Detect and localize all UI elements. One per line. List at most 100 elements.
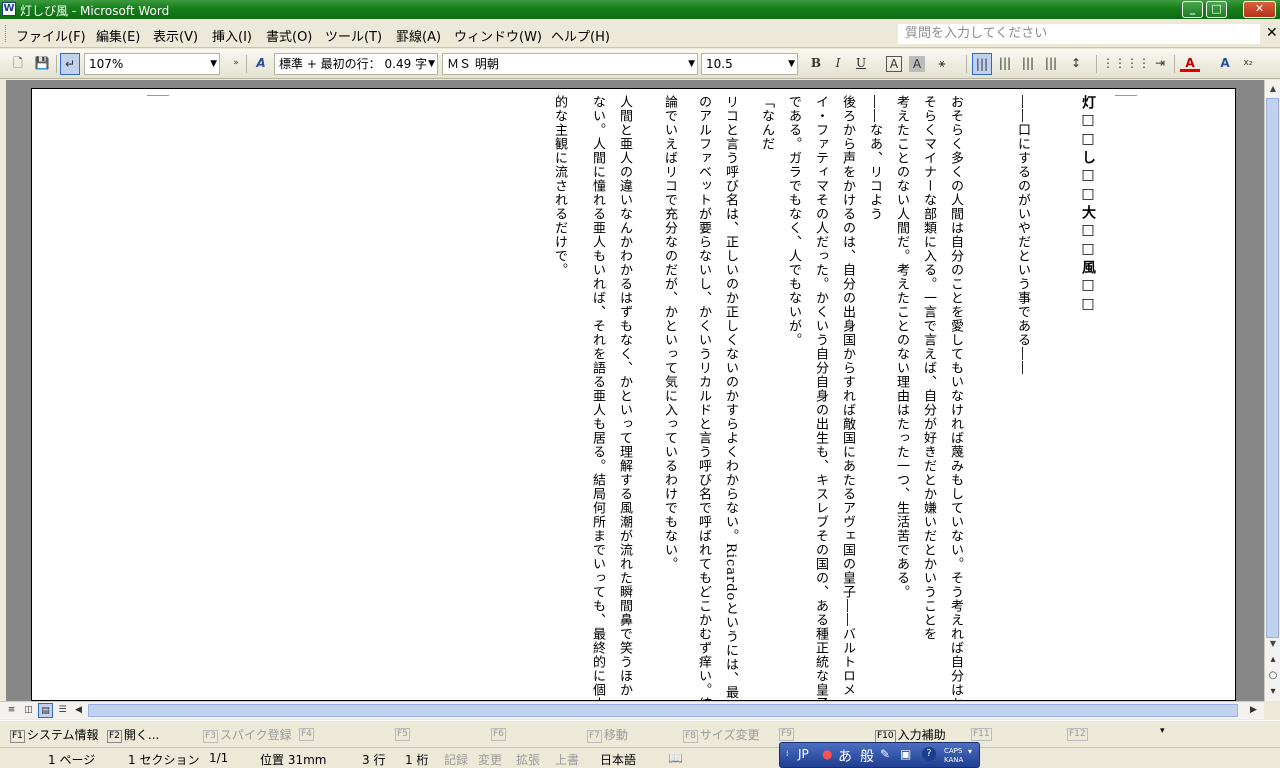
status-section: 1 セクション <box>128 753 200 767</box>
ime-language[interactable]: JP <box>798 747 809 761</box>
print-layout-icon[interactable]: ▤ <box>38 703 53 718</box>
status-bar: 1 ページ 1 セクション 1/1 位置 31mm 3 行 1 桁 記録 変更 … <box>0 747 1280 768</box>
ime-help-icon[interactable]: ? <box>922 747 936 761</box>
phonetic-guide-icon[interactable]: ⚹ <box>932 53 952 75</box>
fkey-f1[interactable]: F1 システム情報 <box>10 726 99 743</box>
menu-insert[interactable]: 挿入(I) <box>212 26 252 45</box>
scroll-thumb[interactable] <box>1266 98 1279 638</box>
status-record-macro[interactable]: 記録 <box>444 751 468 768</box>
fkey-options-icon[interactable]: ▾ <box>1160 726 1165 736</box>
line-spacing-icon[interactable]: ↕ <box>1066 53 1086 75</box>
font-color-icon[interactable]: A <box>1180 53 1200 72</box>
browse-object-icon[interactable]: ○ <box>1265 669 1280 683</box>
menu-grip[interactable] <box>5 25 8 42</box>
align-bottom-icon[interactable]: ||| <box>1018 53 1038 75</box>
ime-grip-icon[interactable]: ⁞ <box>786 749 789 758</box>
fkey-f4[interactable]: F4 <box>299 726 316 741</box>
menu-table[interactable]: 罫線(A) <box>396 26 441 45</box>
menu-window[interactable]: ウィンドウ(W) <box>454 26 542 45</box>
ime-pad-icon[interactable]: ✎ <box>880 747 890 761</box>
style-combo[interactable]: 標準 + 最初の行： 0.49 字 ▼ <box>274 53 438 75</box>
bold-button[interactable]: B <box>806 53 826 75</box>
fkey-f12[interactable]: F12 <box>1067 726 1090 741</box>
status-language[interactable]: 日本語 <box>600 751 636 768</box>
minimize-button[interactable]: _ <box>1182 1 1203 18</box>
styles-formatting-icon[interactable]: A <box>251 53 271 75</box>
fkey-f7[interactable]: F7 移動 <box>587 726 628 743</box>
ime-language-bar[interactable]: ⁞ JP ● あ 般 ✎ ▣ ? CAPS KANA ▾ <box>779 742 980 768</box>
show-formatting-icon[interactable]: ↵ <box>60 53 80 75</box>
status-track-changes[interactable]: 変更 <box>478 751 502 768</box>
character-shading-button[interactable]: A <box>909 56 925 72</box>
help-question-input[interactable]: 質問を入力してください <box>898 24 1260 44</box>
fkey-f8[interactable]: F8 サイズ変更 <box>683 726 760 743</box>
italic-button[interactable]: I <box>828 53 848 75</box>
toolbar: 🗋 💾 ↵ 107% ▼ » A 標準 + 最初の行： 0.49 字 ▼ ＭＳ … <box>0 49 1280 79</box>
normal-view-icon[interactable]: ≡ <box>4 703 19 718</box>
body-line: 論でいえばリコで充分なのだが、かといって気に入っているわけでもない。 <box>662 95 677 571</box>
menu-tools[interactable]: ツール(T) <box>325 26 382 45</box>
vertical-scrollbar[interactable]: ▲ ▼ ▴ ○ ▾ <box>1264 80 1280 701</box>
font-combo[interactable]: ＭＳ 明朝 ▼ <box>442 53 698 75</box>
character-border-button[interactable]: A <box>886 56 902 72</box>
close-button[interactable]: ✕ <box>1243 1 1276 18</box>
fkey-f10[interactable]: F10 入力補助 <box>875 726 946 743</box>
document-page[interactable]: 灯□□し□□大□□風□□ ――口にするのがいやだという事である―― おそらく多く… <box>31 88 1236 701</box>
chevron-down-icon: ▼ <box>788 59 795 69</box>
status-extend[interactable]: 拡張 <box>516 751 540 768</box>
web-layout-icon[interactable]: ◫ <box>21 703 36 718</box>
menu-view[interactable]: 表示(V) <box>153 26 198 45</box>
justify-icon[interactable]: ||| <box>1041 53 1061 75</box>
maximize-button[interactable]: □ <box>1206 1 1227 18</box>
fkey-f2[interactable]: F2 開く... <box>107 726 159 743</box>
body-line: イ・ファティマその人だった。かくいう自分自身の出生も、キスレブその国の、ある種正… <box>813 95 828 701</box>
spelling-status-icon[interactable]: 📖 <box>668 751 683 765</box>
menu-help[interactable]: ヘルプ(H) <box>551 26 610 45</box>
status-page-of: 1/1 <box>209 751 229 765</box>
fkey-f3[interactable]: F3 スパイク登録 <box>203 726 292 743</box>
new-document-icon[interactable]: 🗋 <box>8 53 28 75</box>
status-page: 1 ページ <box>48 753 96 767</box>
ime-input-mode[interactable]: あ <box>838 746 852 766</box>
doc-close-icon[interactable]: ✕ <box>1266 25 1278 41</box>
font-size-combo[interactable]: 10.5 ▼ <box>701 53 798 75</box>
scroll-up-icon[interactable]: ▲ <box>1265 80 1280 98</box>
phonetic-icon[interactable]: A <box>1215 53 1235 75</box>
menu-edit[interactable]: 編集(E) <box>96 26 140 45</box>
ime-options-icon[interactable]: ▾ <box>968 747 972 756</box>
body-line: のアルファベットが要らないし、かくいうリカルドと言う呼び名で呼ばれてもどこかむず… <box>696 95 711 701</box>
align-top-icon[interactable]: ||| <box>972 53 992 75</box>
toolbar-options-icon[interactable]: » <box>226 53 246 75</box>
menu-file[interactable]: ファイル(F) <box>16 26 86 45</box>
ime-caps: CAPS <box>944 747 963 755</box>
ime-tool-icon[interactable]: ▣ <box>900 747 911 761</box>
zoom-combo[interactable]: 107% ▼ <box>84 53 220 75</box>
scroll-right-icon[interactable]: ▶ <box>1246 703 1261 718</box>
fkey-f11[interactable]: F11 <box>971 726 994 741</box>
zoom-value: 107% <box>89 57 124 71</box>
horizontal-scrollbar: ≡ ◫ ▤ ☰ ◀ ▶ <box>0 701 1264 719</box>
scroll-down-icon[interactable]: ▼ <box>1265 635 1280 653</box>
fkey-f6[interactable]: F6 <box>491 726 508 741</box>
save-icon[interactable]: 💾 <box>32 53 52 75</box>
chevron-down-icon: ▼ <box>688 59 695 69</box>
next-page-icon[interactable]: ▾ <box>1265 685 1280 699</box>
outline-view-icon[interactable]: ☰ <box>55 703 70 718</box>
ime-conversion-mode[interactable]: 般 <box>860 746 874 766</box>
status-overtype[interactable]: 上書 <box>555 751 579 768</box>
menu-format[interactable]: 書式(O) <box>266 26 312 45</box>
horizontal-scroll-thumb[interactable] <box>88 704 1238 717</box>
numbering-icon[interactable]: ⋮⋮ <box>1102 53 1126 75</box>
previous-page-icon[interactable]: ▴ <box>1265 653 1280 667</box>
word-app-icon[interactable]: W <box>2 2 16 16</box>
subscript-icon[interactable]: x₂ <box>1238 53 1258 75</box>
indent-icon[interactable]: ⇥ <box>1150 53 1170 75</box>
fkey-f9[interactable]: F9 <box>779 726 796 741</box>
align-center-icon[interactable]: ||| <box>995 53 1015 75</box>
underline-button[interactable]: U <box>851 53 871 75</box>
function-key-bar: F1 システム情報 F2 開く... F3 スパイク登録 F4 F5 F6 F7 移動 … <box>0 720 1280 746</box>
scroll-left-icon[interactable]: ◀ <box>71 703 86 718</box>
fkey-f5[interactable]: F5 <box>395 726 412 741</box>
body-line: 「なんだ <box>759 95 774 151</box>
bullets-icon[interactable]: ⋮⋮ <box>1126 53 1150 75</box>
